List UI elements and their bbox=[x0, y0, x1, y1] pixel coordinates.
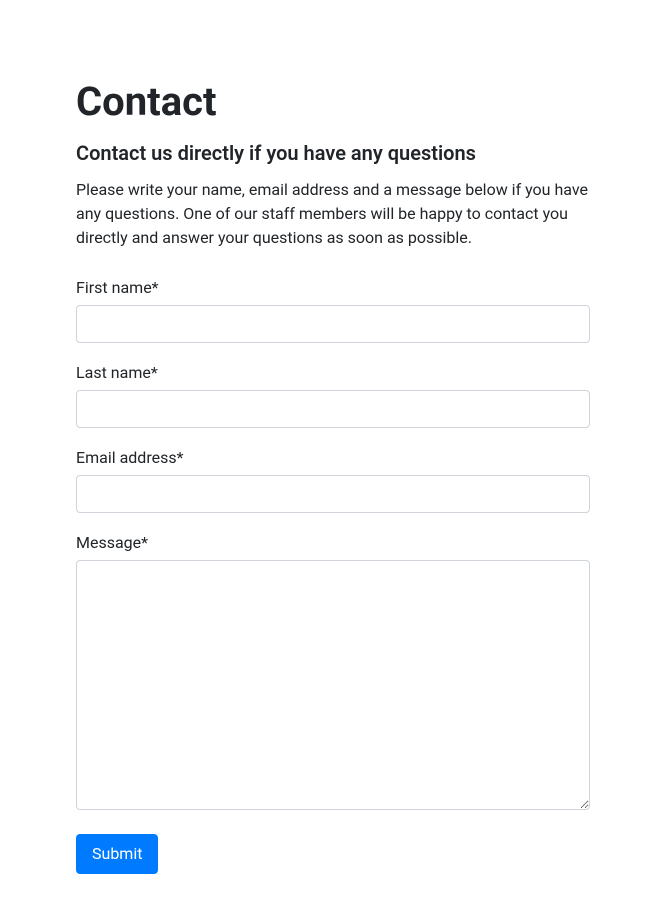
submit-button[interactable]: Submit bbox=[76, 834, 158, 874]
first-name-input[interactable] bbox=[76, 305, 590, 343]
intro-text: Please write your name, email address an… bbox=[76, 178, 590, 250]
contact-form: First name* Last name* Email address* Me… bbox=[76, 278, 590, 874]
last-name-input[interactable] bbox=[76, 390, 590, 428]
first-name-label: First name* bbox=[76, 278, 590, 297]
message-label: Message* bbox=[76, 533, 590, 552]
page-title: Contact bbox=[76, 78, 590, 126]
page-subtitle: Contact us directly if you have any ques… bbox=[76, 140, 590, 166]
email-label: Email address* bbox=[76, 448, 590, 467]
email-input[interactable] bbox=[76, 475, 590, 513]
message-textarea[interactable] bbox=[76, 560, 590, 810]
last-name-label: Last name* bbox=[76, 363, 590, 382]
